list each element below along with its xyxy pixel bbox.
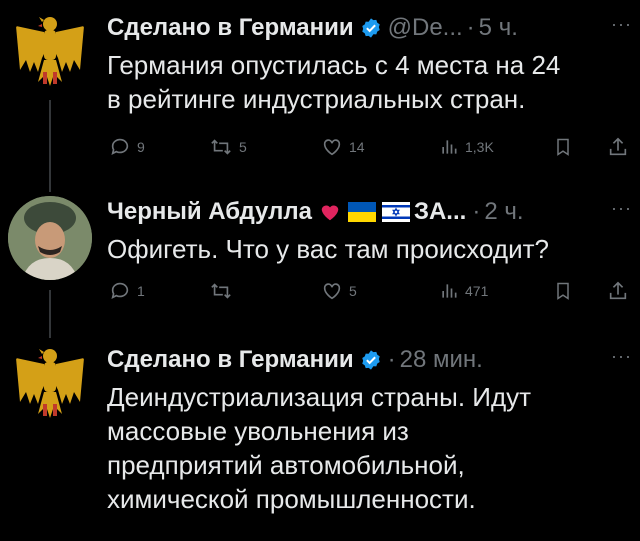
reply-count: 1 — [137, 283, 145, 299]
bookmark-icon — [557, 138, 569, 156]
like-button[interactable]: 14 — [321, 136, 365, 158]
verified-badge-icon — [360, 17, 382, 39]
views-count: 1,3K — [465, 139, 494, 155]
views-count: 471 — [465, 283, 489, 299]
views-button[interactable]: 471 — [439, 280, 488, 302]
timestamp[interactable]: 28 мин. — [400, 346, 483, 374]
author-handle[interactable]: @De... — [388, 14, 463, 42]
like-button[interactable]: 5 — [321, 280, 357, 302]
tweet-text: Деиндустриализация страны. Идут массовые… — [107, 382, 532, 514]
views-button[interactable]: 1,3K — [439, 136, 494, 158]
tweet-header: Черный Абдулла ЗА... · 2 ч. — [107, 192, 630, 232]
share-button[interactable] — [607, 136, 629, 158]
avatar-photo[interactable] — [8, 196, 92, 280]
heart-icon — [323, 283, 341, 300]
share-button[interactable] — [607, 280, 629, 302]
retweet-button[interactable]: 5 — [209, 136, 247, 158]
views-chart-icon — [442, 140, 457, 154]
heart-icon — [323, 139, 341, 156]
reply-count: 9 — [137, 139, 145, 155]
like-count: 5 — [349, 283, 357, 299]
tweet[interactable]: Сделано в Германии · 28 мин. ··· Деиндус… — [0, 340, 640, 540]
eagle-icon — [16, 349, 84, 418]
like-count: 14 — [349, 139, 365, 155]
author-name[interactable]: Сделано в Германии — [107, 14, 354, 42]
retweet-icon — [211, 283, 231, 299]
reply-icon — [111, 138, 129, 155]
verified-badge-icon — [360, 349, 382, 371]
reply-icon — [111, 282, 129, 299]
author-name-suffix[interactable]: ЗА... — [414, 198, 466, 226]
avatar-eagle[interactable] — [8, 342, 92, 426]
reply-button[interactable]: 9 — [109, 136, 145, 158]
more-options-icon[interactable]: ··· — [611, 198, 632, 219]
bookmark-button[interactable] — [553, 280, 573, 302]
profile-photo-icon — [8, 196, 92, 280]
tweet-text: Германия опустилась с 4 места на 24 в ре… — [107, 50, 561, 114]
retweet-icon — [211, 139, 231, 155]
tweet-actions: 1 5 471 — [107, 280, 640, 310]
author-name[interactable]: Черный Абдулла — [107, 198, 312, 226]
more-options-icon[interactable]: ··· — [611, 346, 632, 367]
share-icon — [609, 281, 627, 300]
separator-dot: · — [466, 14, 475, 41]
share-icon — [609, 137, 627, 156]
author-name[interactable]: Сделано в Германии — [107, 346, 354, 374]
eagle-icon — [16, 17, 84, 86]
retweet-button[interactable] — [209, 280, 239, 302]
bookmark-icon — [557, 282, 569, 300]
separator-dot: · — [472, 198, 481, 225]
retweet-count: 5 — [239, 139, 247, 155]
tweet-actions: 9 5 14 1,3K — [107, 136, 640, 166]
separator-dot: · — [387, 346, 396, 373]
timestamp[interactable]: 2 ч. — [484, 198, 523, 226]
israel-flag-icon — [381, 202, 410, 222]
tweet[interactable]: Черный Абдулла ЗА... · 2 ч. ··· Офигеть.… — [0, 192, 640, 317]
avatar-eagle[interactable] — [8, 10, 92, 94]
tweet[interactable]: Сделано в Германии @De... · 5 ч. ··· Гер… — [0, 8, 640, 183]
tweet-header: Сделано в Германии · 28 мин. — [107, 340, 630, 380]
bookmark-button[interactable] — [553, 136, 573, 158]
tweet-text: Офигеть. Что у вас там происходит? — [107, 234, 549, 264]
reply-button[interactable]: 1 — [109, 280, 145, 302]
views-chart-icon — [442, 284, 457, 298]
ukraine-flag-icon — [347, 202, 376, 222]
timestamp[interactable]: 5 ч. — [479, 14, 518, 42]
tweet-header: Сделано в Германии @De... · 5 ч. — [107, 8, 630, 48]
red-heart-emoji-icon — [318, 201, 342, 223]
more-options-icon[interactable]: ··· — [611, 14, 632, 35]
